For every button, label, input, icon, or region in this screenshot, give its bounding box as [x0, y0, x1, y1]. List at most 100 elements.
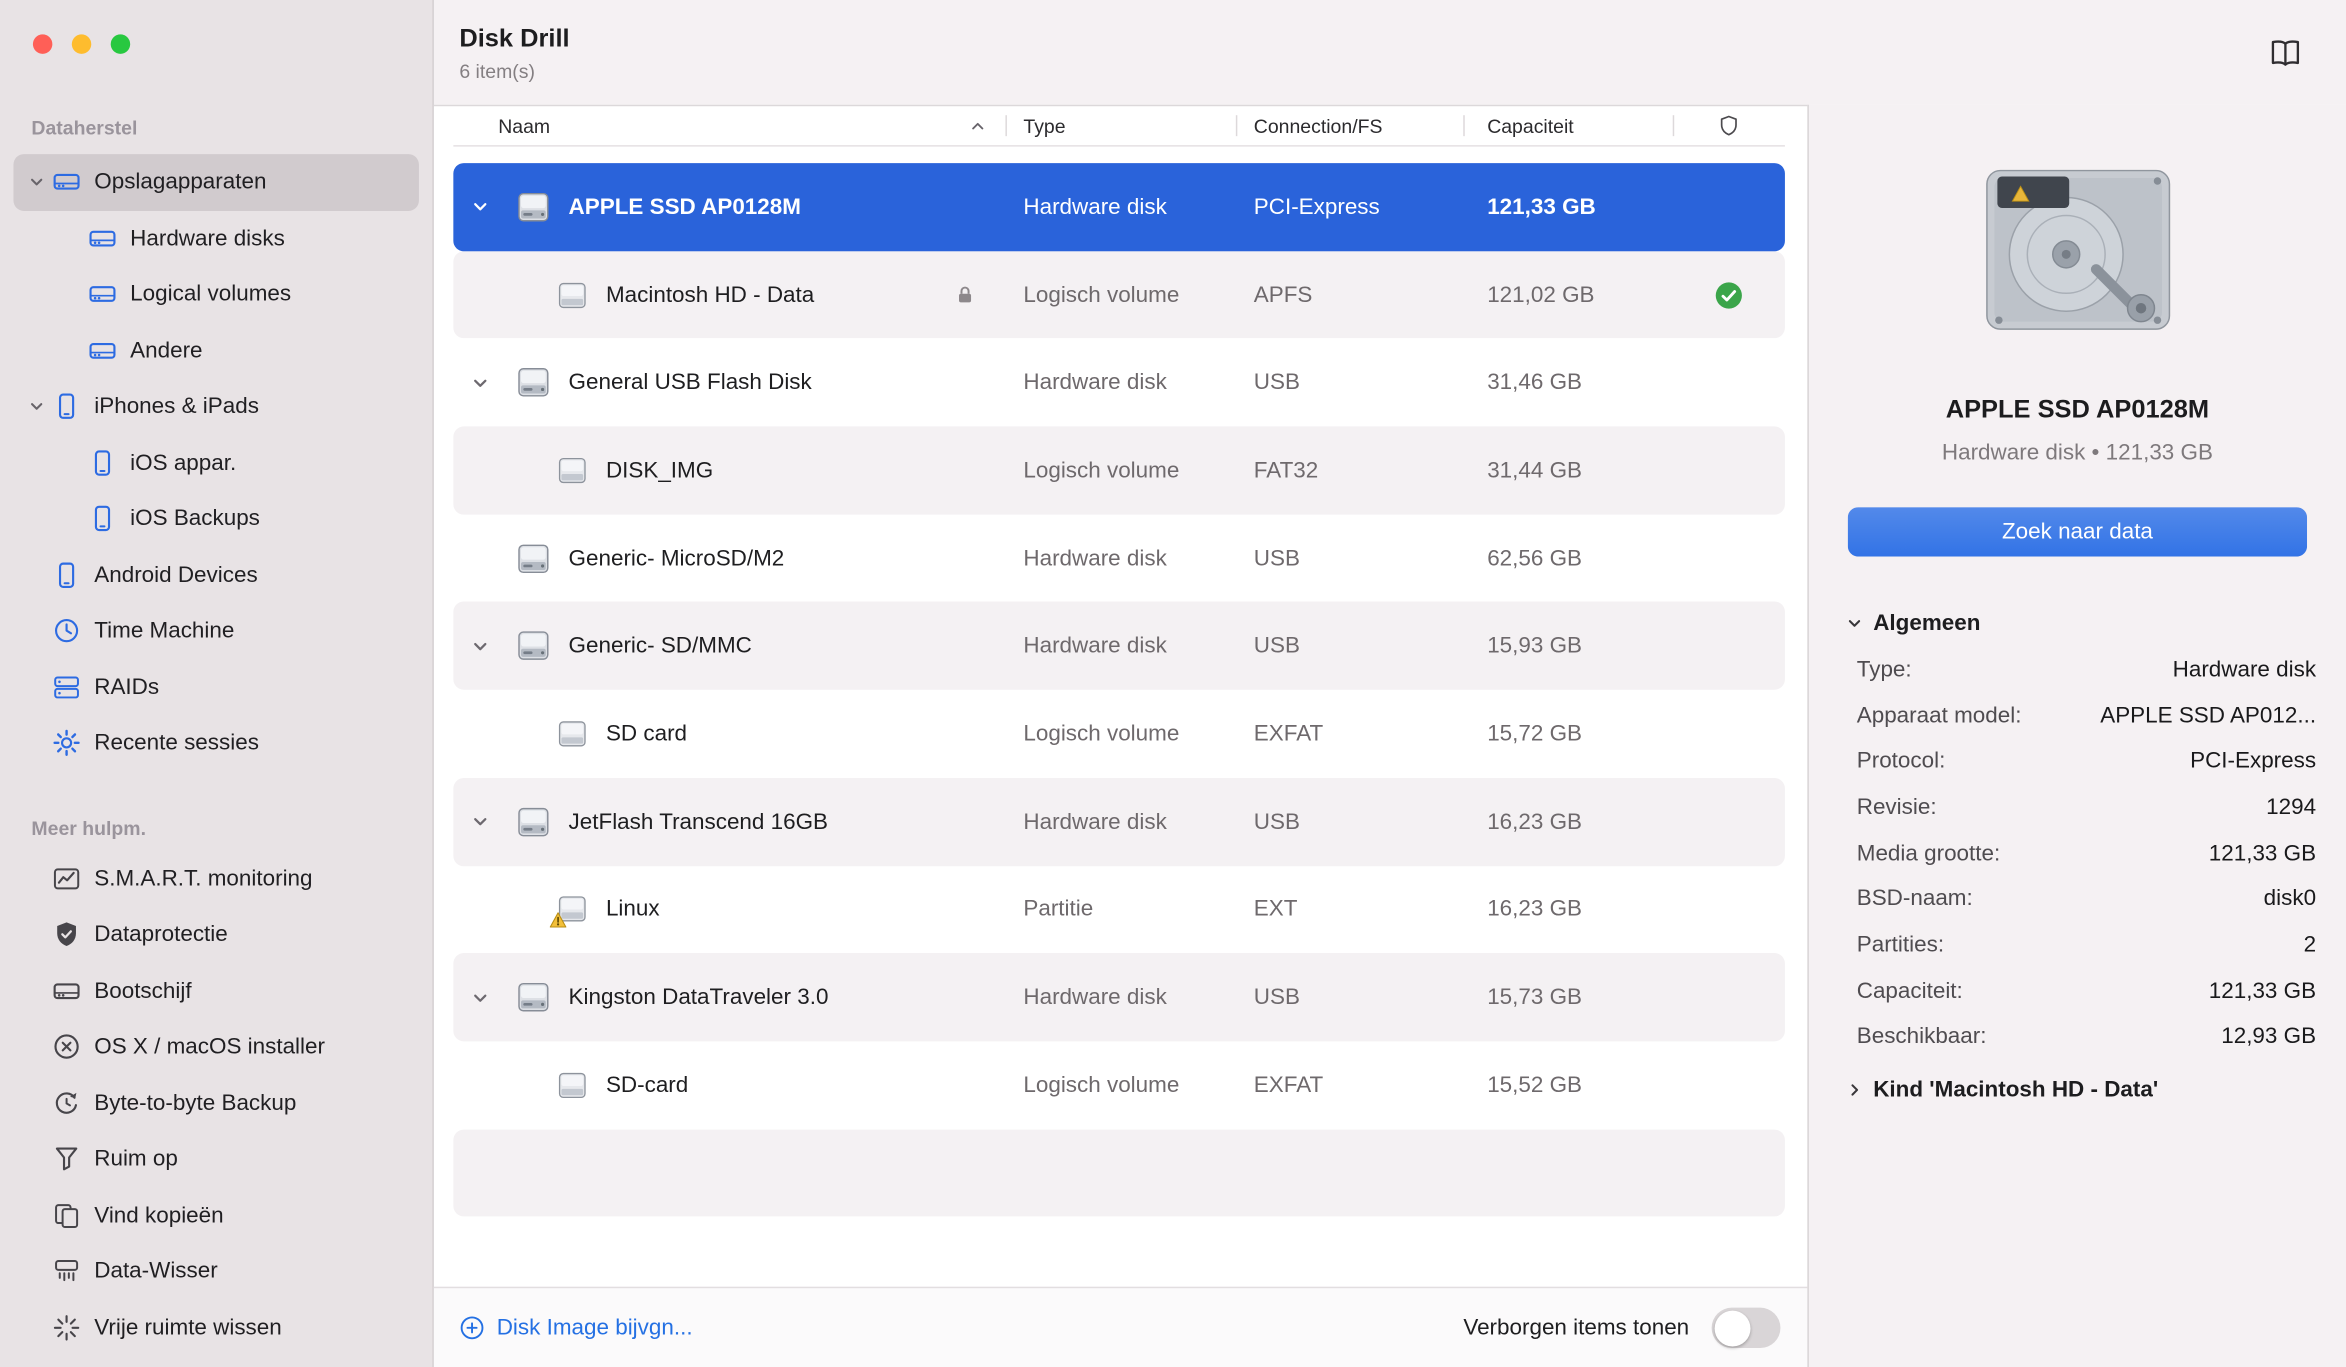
info-value: 121,33 GB [2208, 840, 2317, 866]
column-header-security[interactable] [1672, 106, 1785, 145]
sidebar-item-ruim-op[interactable]: Ruim op [13, 1131, 418, 1187]
detail-title: APPLE SSD AP0128M [1945, 394, 2210, 424]
sidebar-item-andere[interactable]: Andere [13, 322, 418, 378]
sidebar-item-label: iOS Backups [130, 506, 260, 532]
cell-type: Logisch volume [1023, 721, 1180, 747]
sidebar-item-opslagapparaten[interactable]: Opslagapparaten [13, 154, 419, 211]
section-header-algemeen[interactable]: Algemeen [1809, 610, 2346, 636]
drive-icon [88, 336, 116, 364]
close-button[interactable] [32, 34, 53, 54]
column-header-naam[interactable]: Naam [453, 106, 1005, 145]
table-row-sd-card[interactable]: SD card Logisch volume EXFAT 15,72 GB [453, 690, 1785, 778]
detail-sections: Algemeen Type: Hardware disk Apparaat model… [1809, 610, 2346, 1103]
phone-icon [88, 505, 116, 533]
chevron-down-icon[interactable] [464, 988, 497, 1006]
device-name: Generic- SD/MMC [568, 633, 752, 659]
table-row-generic-microsd-m2[interactable]: Generic- MicroSD/M2 Hardware disk USB 62,56… [453, 514, 1785, 602]
info-key: BSD-naam: [1856, 886, 1973, 912]
table-row-general-usb-flash-disk[interactable]: General USB Flash Disk Hardware disk USB 31… [453, 339, 1785, 427]
chevron-down-icon[interactable] [464, 374, 497, 392]
warning-icon [549, 912, 567, 930]
show-hidden-items-toggle[interactable] [1711, 1307, 1781, 1349]
drive-icon [88, 280, 116, 308]
sidebar-item-label: OS X / macOS installer [94, 1034, 325, 1060]
table-row-kingston-datatraveler-3-0[interactable]: Kingston DataTraveler 3.0 Hardware disk US… [453, 953, 1785, 1042]
chevron-down-icon[interactable] [464, 813, 497, 831]
sidebar-item-byte-to-byte-backup[interactable]: Byte-to-byte Backup [13, 1075, 418, 1131]
column-header-capaciteit[interactable]: Capaciteit [1463, 106, 1672, 145]
sidebar-section-label: Dataherstel [31, 116, 138, 140]
table-row-jetflash-transcend-16gb[interactable]: JetFlash Transcend 16GB Hardware disk USB 1… [453, 777, 1785, 866]
sidebar-item-recente-sessies[interactable]: Recente sessies [13, 715, 418, 771]
sidebar-item-os-x-macos-installer[interactable]: OS X / macOS installer [13, 1019, 418, 1075]
sidebar-item-label: Recente sessies [94, 730, 259, 756]
minimize-button[interactable] [71, 34, 92, 54]
sidebar-item-s-m-a-r-t-monitoring[interactable]: S.M.A.R.T. monitoring [13, 851, 418, 907]
column-header-connection-fs[interactable]: Connection/FS [1235, 106, 1463, 145]
cell-connection-fs: USB [1253, 545, 1300, 571]
table-row-apple-ssd-ap0128m[interactable]: APPLE SSD AP0128M Hardware disk PCI-Expres… [453, 163, 1785, 251]
shredder-icon [52, 1257, 80, 1285]
hard-drive-icon [515, 979, 552, 1016]
sidebar-item-bootschijf[interactable]: Bootschijf [13, 963, 418, 1019]
copies-icon [52, 1201, 80, 1229]
section-label: Kind 'Macintosh HD - Data' [1873, 1077, 2159, 1103]
cell-connection-fs: EXFAT [1253, 721, 1324, 747]
chevron-down-icon[interactable] [464, 637, 497, 655]
sidebar-item-hardware-disks[interactable]: Hardware disks [13, 210, 418, 266]
cell-type: Logisch volume [1023, 1072, 1180, 1098]
sidebar-item-data-wisser[interactable]: Data-Wisser [13, 1243, 418, 1299]
cell-connection-fs: USB [1253, 808, 1300, 835]
window-controls [0, 0, 432, 54]
cell-capacity: 15,52 GB [1487, 1072, 1583, 1098]
chevron-down-icon[interactable] [464, 198, 497, 216]
table-row-disk-img[interactable]: DISK_IMG Logisch volume FAT32 31,44 GB [453, 426, 1785, 515]
sidebar-item-raids[interactable]: RAIDs [13, 659, 418, 715]
cell-name: Macintosh HD - Data [453, 251, 1005, 339]
cell-name: DISK_IMG [453, 427, 1005, 515]
sidebar-item-ios-appar[interactable]: iOS appar. [13, 435, 418, 491]
chevron-down-icon[interactable] [21, 174, 52, 190]
info-value: Hardware disk [2172, 656, 2317, 683]
sidebar-item-label: Ruim op [94, 1146, 178, 1172]
sidebar-item-label: Android Devices [94, 562, 258, 588]
column-header-type[interactable]: Type [1005, 106, 1235, 145]
section-header-kind-macintosh-hd-data[interactable]: Kind 'Macintosh HD - Data' [1809, 1078, 2346, 1103]
device-name: APPLE SSD AP0128M [568, 194, 801, 220]
chevron-down-icon [1846, 615, 1862, 631]
cell-name: SD-card [453, 1041, 1005, 1129]
column-label: Capaciteit [1487, 114, 1574, 137]
backup-icon [52, 1089, 80, 1117]
cleanup-icon [52, 1145, 80, 1173]
table-footer: Disk Image bijvgn... Verborgen items ton… [433, 1286, 1808, 1367]
reading-list-icon[interactable] [2267, 37, 2304, 68]
sidebar-item-logical-volumes[interactable]: Logical volumes [13, 266, 418, 322]
table-row-generic-sd-mmc[interactable]: Generic- SD/MMC Hardware disk USB 15,93 GB [453, 602, 1785, 690]
table-row-macintosh-hd-data[interactable]: Macintosh HD - Data Logisch volume APFS 121… [453, 250, 1785, 339]
info-value: APPLE SSD AP012... [2100, 702, 2317, 728]
cell-capacity: 16,23 GB [1487, 896, 1583, 923]
table-row-linux[interactable]: Linux Partitie EXT 16,23 GB [453, 866, 1785, 954]
chevron-down-icon[interactable] [21, 398, 52, 414]
cell-type: Partitie [1023, 896, 1094, 923]
zoom-button[interactable] [110, 34, 131, 54]
device-name: JetFlash Transcend 16GB [568, 808, 829, 835]
sidebar-item-vind-kopie-n[interactable]: Vind kopieën [13, 1187, 418, 1243]
search-data-button[interactable]: Zoek naar data [1847, 507, 2308, 557]
cell-connection-fs: APFS [1253, 282, 1313, 308]
volume-icon [555, 1068, 589, 1102]
sidebar-item-android-devices[interactable]: Android Devices [13, 547, 418, 603]
sidebar-item-ios-backups[interactable]: iOS Backups [13, 491, 418, 547]
table-row-sd-card[interactable]: SD-card Logisch volume EXFAT 15,52 GB [453, 1041, 1785, 1129]
info-row-protocol: Protocol: PCI-Express [1809, 738, 2346, 784]
sidebar-item-iphones-ipads[interactable]: iPhones & iPads [13, 379, 418, 435]
cell-type: Hardware disk [1023, 545, 1167, 571]
sidebar-item-time-machine[interactable]: Time Machine [13, 603, 418, 659]
sidebar-item-dataprotectie[interactable]: Dataprotectie [13, 907, 418, 963]
sidebar-item-label: Byte-to-byte Backup [94, 1090, 297, 1116]
cell-connection-fs: PCI-Express [1253, 194, 1380, 220]
attach-disk-image-button[interactable]: Disk Image bijvgn... [459, 1315, 693, 1341]
sidebar-item-label: Andere [130, 337, 203, 364]
cell-name: Linux [453, 866, 1005, 954]
sidebar-item-vrije-ruimte-wissen[interactable]: Vrije ruimte wissen [13, 1299, 418, 1355]
